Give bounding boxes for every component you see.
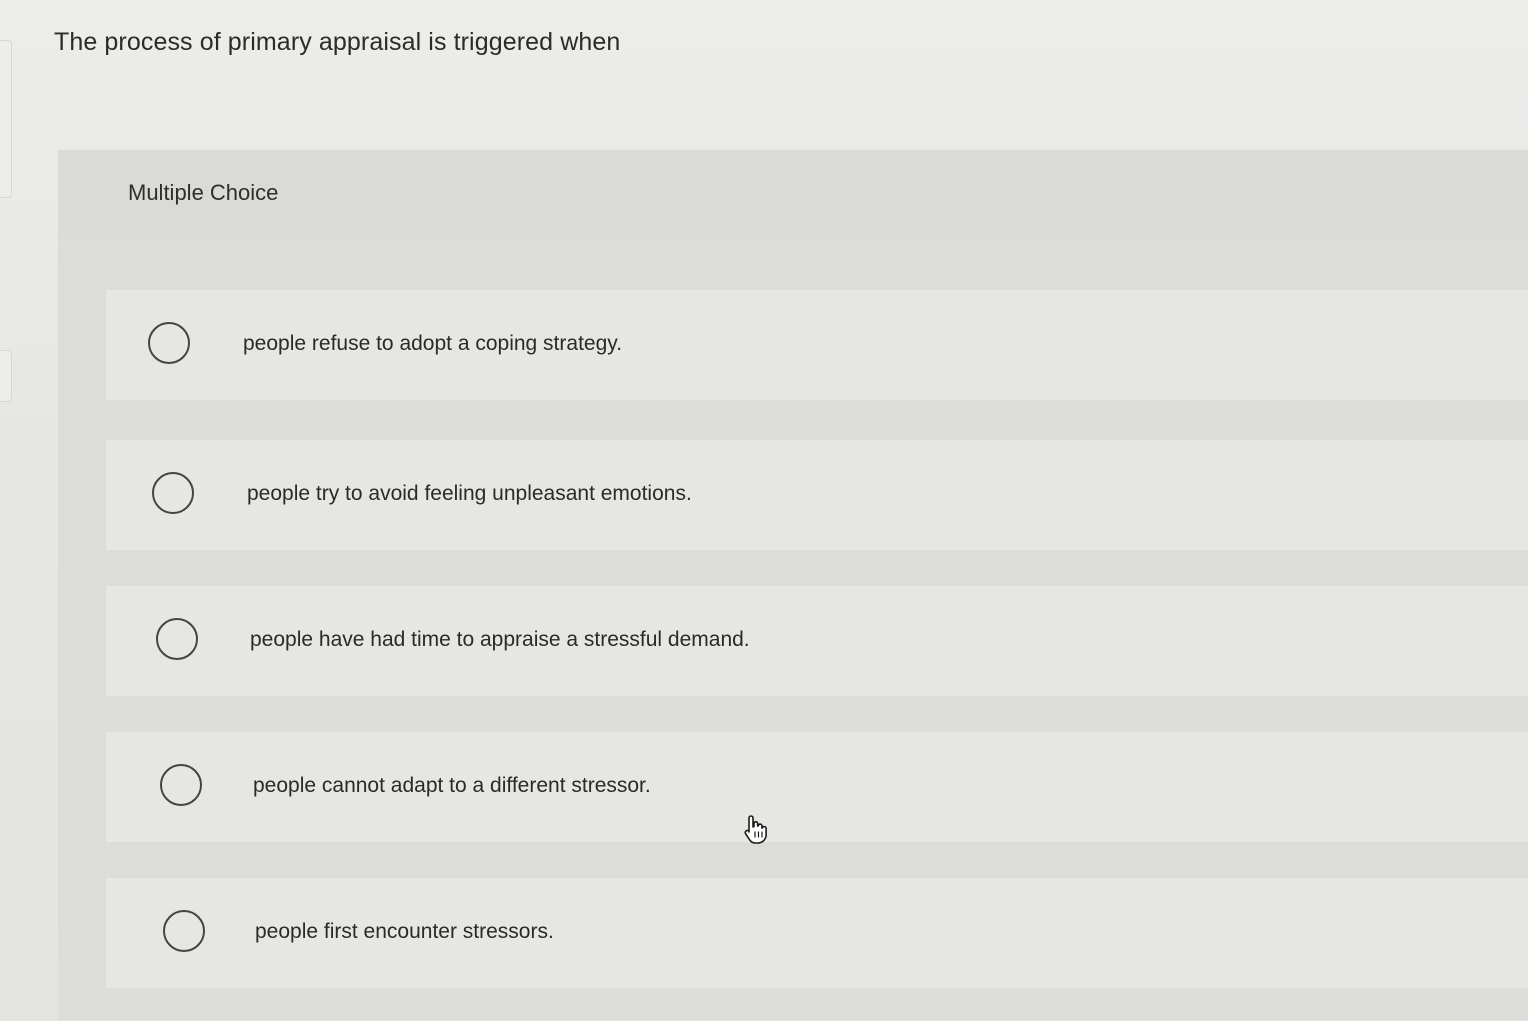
answer-option-2[interactable]: people try to avoid feeling unpleasant e…	[106, 440, 1528, 550]
answer-option-label: people refuse to adopt a coping strategy…	[243, 332, 623, 355]
hand-pointer-cursor-icon	[744, 815, 767, 844]
answer-option-3[interactable]: people have had time to appraise a stres…	[106, 586, 1528, 696]
radio-unselected-icon[interactable]	[152, 472, 194, 514]
quiz-page: The process of primary appraisal is trig…	[0, 0, 1528, 1021]
question-prompt: The process of primary appraisal is trig…	[54, 28, 621, 56]
multiple-choice-header: Multiple Choice	[58, 150, 1528, 234]
radio-unselected-icon[interactable]	[160, 764, 202, 806]
answer-option-label: people try to avoid feeling unpleasant e…	[247, 482, 692, 505]
answer-option-label: people have had time to appraise a stres…	[250, 628, 750, 651]
radio-unselected-icon[interactable]	[156, 618, 198, 660]
answer-option-4[interactable]: people cannot adapt to a different stres…	[106, 732, 1528, 842]
answer-option-label: people first encounter stressors.	[255, 920, 554, 943]
radio-unselected-icon[interactable]	[148, 322, 190, 364]
left-edge-panel-border	[0, 40, 12, 198]
radio-unselected-icon[interactable]	[163, 910, 205, 952]
answer-option-1[interactable]: people refuse to adopt a coping strategy…	[106, 290, 1528, 400]
answer-option-label: people cannot adapt to a different stres…	[253, 774, 651, 797]
answer-option-5[interactable]: people first encounter stressors.	[106, 878, 1528, 988]
multiple-choice-label: Multiple Choice	[128, 180, 279, 205]
left-edge-tab-border	[0, 350, 12, 402]
